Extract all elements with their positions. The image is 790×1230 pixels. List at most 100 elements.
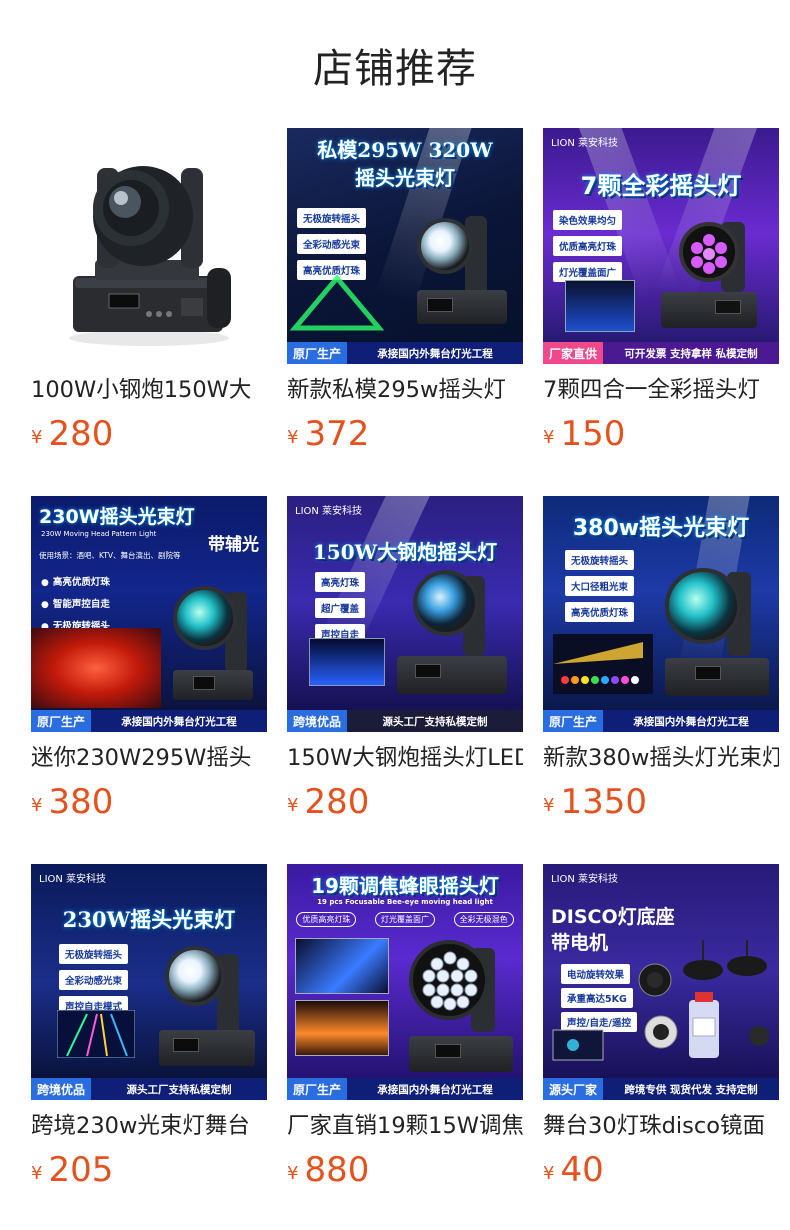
product-price: ¥280 (287, 782, 523, 822)
product-name[interactable]: 新款380w摇头灯光束灯 (543, 742, 779, 774)
product-name[interactable]: 7颗四合一全彩摇头灯 (543, 374, 779, 406)
moving-head-light-image (655, 548, 775, 698)
promo-text: 可开发票 支持拿样 私模定制 (624, 347, 758, 360)
feature-list: 染色效果均匀 优质高亮灯珠 灯光覆盖面广 (553, 210, 623, 282)
promo-tag: 原厂生产 (543, 710, 604, 732)
brand-logo: LION 莱安科技 (295, 506, 363, 517)
currency-symbol: ¥ (543, 795, 555, 816)
product-image[interactable]: LION 莱安科技 230W摇头光束灯 无极旋转摇头 全彩动感光束 声控自走模式 (31, 864, 267, 1100)
product-name[interactable]: 迷你230W295W摇头 (31, 742, 267, 774)
product-name[interactable]: 100W小钢炮150W大 (31, 374, 267, 406)
currency-symbol: ¥ (287, 1163, 299, 1184)
promo-tag: 原厂生产 (287, 342, 348, 364)
store-recommendation-page: 店铺推荐 100W小钢炮150W大 ¥ 280 私模295W 320W 摇头光束… (0, 0, 790, 1230)
promo-text: 承接国内外舞台灯光工程 (377, 347, 493, 360)
price-value: 40 (560, 1150, 604, 1190)
product-price: ¥1350 (543, 782, 779, 822)
product-card[interactable]: LION 莱安科技 DISCO灯底座 带电机 电动旋转效果 承重高达5KG 声控… (543, 864, 779, 1200)
product-card[interactable]: 19颗调焦蜂眼摇头灯 19 pcs Focusable Bee-eye movi… (287, 864, 523, 1200)
blue-beam-preview (295, 938, 389, 994)
gobo-color-swatches (553, 634, 653, 694)
promo-text: 承接国内外舞台灯光工程 (377, 1083, 493, 1096)
moving-head-light-image (393, 556, 513, 696)
price-value: 1350 (560, 782, 647, 822)
promo-band: 源头厂家 跨境专供 现货代发 支持定制 (543, 1078, 779, 1100)
moving-head-light-image (163, 552, 267, 702)
currency-symbol: ¥ (31, 1163, 43, 1184)
product-price: ¥880 (287, 1150, 523, 1190)
stage-light-preview (309, 638, 385, 686)
product-name[interactable]: 新款私模295w摇头灯 (287, 374, 523, 406)
feature-label: 全彩动感光束 (297, 234, 367, 254)
feature-list: 高亮优质灯珠 智能声控自走 无极旋转摇头 (41, 574, 110, 632)
product-image[interactable]: LION 莱安科技 DISCO灯底座 带电机 电动旋转效果 承重高达5KG 声控… (543, 864, 779, 1100)
product-name[interactable]: 150W大钢炮摇头灯LED (287, 742, 523, 774)
product-image[interactable]: 19颗调焦蜂眼摇头灯 19 pcs Focusable Bee-eye movi… (287, 864, 523, 1100)
product-price: ¥372 (287, 414, 523, 454)
price-value: 372 (304, 414, 370, 454)
image-subheadline: 摇头光束灯 (355, 166, 455, 190)
price-value: 280 (48, 414, 114, 454)
product-card[interactable]: 私模295W 320W 摇头光束灯 无极旋转摇头 全彩动感光束 高亮优质灯珠 原… (287, 128, 523, 464)
product-card[interactable]: LION 莱安科技 7颗全彩摇头灯 染色效果均匀 优质高亮灯珠 灯光覆盖面广 厂… (543, 128, 779, 464)
promo-band: 跨境优品 源头工厂支持私模定制 (287, 710, 523, 732)
product-image[interactable]: LION 莱安科技 150W大钢炮摇头灯 高亮灯珠 超广覆盖 声控自走 跨境优品… (287, 496, 523, 732)
moving-head-light-image (407, 198, 517, 328)
page-title: 店铺推荐 (313, 46, 477, 92)
product-name[interactable]: 跨境230w光束灯舞台 (31, 1110, 267, 1142)
price-value: 280 (304, 782, 370, 822)
promo-band: 厂家直供 可开发票 支持拿样 私模定制 (543, 342, 779, 364)
currency-symbol: ¥ (543, 1163, 555, 1184)
image-headline: 380w摇头光束灯 (572, 516, 750, 541)
image-headline: 19颗调焦蜂眼摇头灯 (311, 874, 499, 898)
product-image[interactable]: 230W摇头光束灯 230W Moving Head Pattern Light… (31, 496, 267, 732)
product-image[interactable]: LION 莱安科技 7颗全彩摇头灯 染色效果均匀 优质高亮灯珠 灯光覆盖面广 厂… (543, 128, 779, 364)
image-english-subline: 230W Moving Head Pattern Light (41, 530, 157, 538)
price-value: 380 (48, 782, 114, 822)
promo-text: 承接国内外舞台灯光工程 (121, 715, 237, 728)
promo-text: 跨境专供 现货代发 支持定制 (624, 1083, 758, 1096)
orange-beam-preview (295, 1000, 389, 1056)
promo-band: 原厂生产 承接国内外舞台灯光工程 (287, 342, 523, 364)
product-name[interactable]: 舞台30灯珠disco镜面 (543, 1110, 779, 1142)
product-name[interactable]: 厂家直销19颗15W调焦 (287, 1110, 523, 1142)
feature-label: 全彩无极混色 (453, 912, 514, 927)
moving-head-light-image (149, 934, 265, 1070)
green-laser-graphic (289, 274, 385, 331)
promo-band: 跨境优品 源头工厂支持私模定制 (31, 1078, 267, 1100)
feature-list: 无极旋转摇头 大口径粗光束 高亮优质灯珠 (565, 550, 635, 622)
image-headline: 230W摇头光束灯 (39, 506, 195, 528)
feature-label: 智能声控自走 (41, 596, 110, 610)
promo-tag: 原厂生产 (287, 1078, 348, 1100)
feature-label: 无极旋转摇头 (565, 550, 635, 570)
moving-head-light-image (69, 166, 231, 346)
stage-light-preview (565, 280, 635, 332)
product-card[interactable]: 380w摇头光束灯 无极旋转摇头 大口径粗光束 高亮优质灯珠 原厂生产 承接国内… (543, 496, 779, 832)
product-image[interactable]: 私模295W 320W 摇头光束灯 无极旋转摇头 全彩动感光束 高亮优质灯珠 原… (287, 128, 523, 364)
promo-text: 源头工厂支持私模定制 (382, 715, 488, 728)
product-price: ¥380 (31, 782, 267, 822)
product-price: ¥40 (543, 1150, 779, 1190)
product-card[interactable]: 230W摇头光束灯 230W Moving Head Pattern Light… (31, 496, 267, 832)
price-value: 880 (304, 1150, 370, 1190)
feature-list: 无极旋转摇头 全彩动感光束 声控自走模式 (59, 944, 129, 1016)
feature-label: 灯光覆盖面广 (553, 262, 623, 282)
brand-logo: LION 莱安科技 (551, 138, 619, 149)
product-grid: 100W小钢炮150W大 ¥280 私模295W 320W 摇头光束灯 无极旋转… (31, 128, 779, 1200)
currency-symbol: ¥ (287, 427, 299, 448)
feature-label: 无极旋转摇头 (59, 944, 129, 964)
brand-logo: LION 莱安科技 (39, 874, 107, 885)
promo-tag: 厂家直供 (543, 342, 604, 364)
product-image[interactable]: 380w摇头光束灯 无极旋转摇头 大口径粗光束 高亮优质灯珠 原厂生产 承接国内… (543, 496, 779, 732)
feature-label: 优质高亮灯珠 (296, 912, 357, 927)
image-headline: 7颗全彩摇头灯 (580, 172, 742, 200)
feature-row: 优质高亮灯珠 灯光覆盖面广 全彩无极混色 (287, 912, 523, 927)
product-image[interactable] (31, 128, 267, 364)
brand-logo: LION 莱安科技 (551, 874, 619, 885)
product-card[interactable]: LION 莱安科技 230W摇头光束灯 无极旋转摇头 全彩动感光束 声控自走模式 (31, 864, 267, 1200)
product-card[interactable]: 100W小钢炮150W大 ¥280 (31, 128, 267, 464)
promo-text: 承接国内外舞台灯光工程 (633, 715, 749, 728)
product-card[interactable]: LION 莱安科技 150W大钢炮摇头灯 高亮灯珠 超广覆盖 声控自走 跨境优品… (287, 496, 523, 832)
product-price: ¥150 (543, 414, 779, 454)
feature-label: 高亮优质灯珠 (565, 602, 635, 622)
